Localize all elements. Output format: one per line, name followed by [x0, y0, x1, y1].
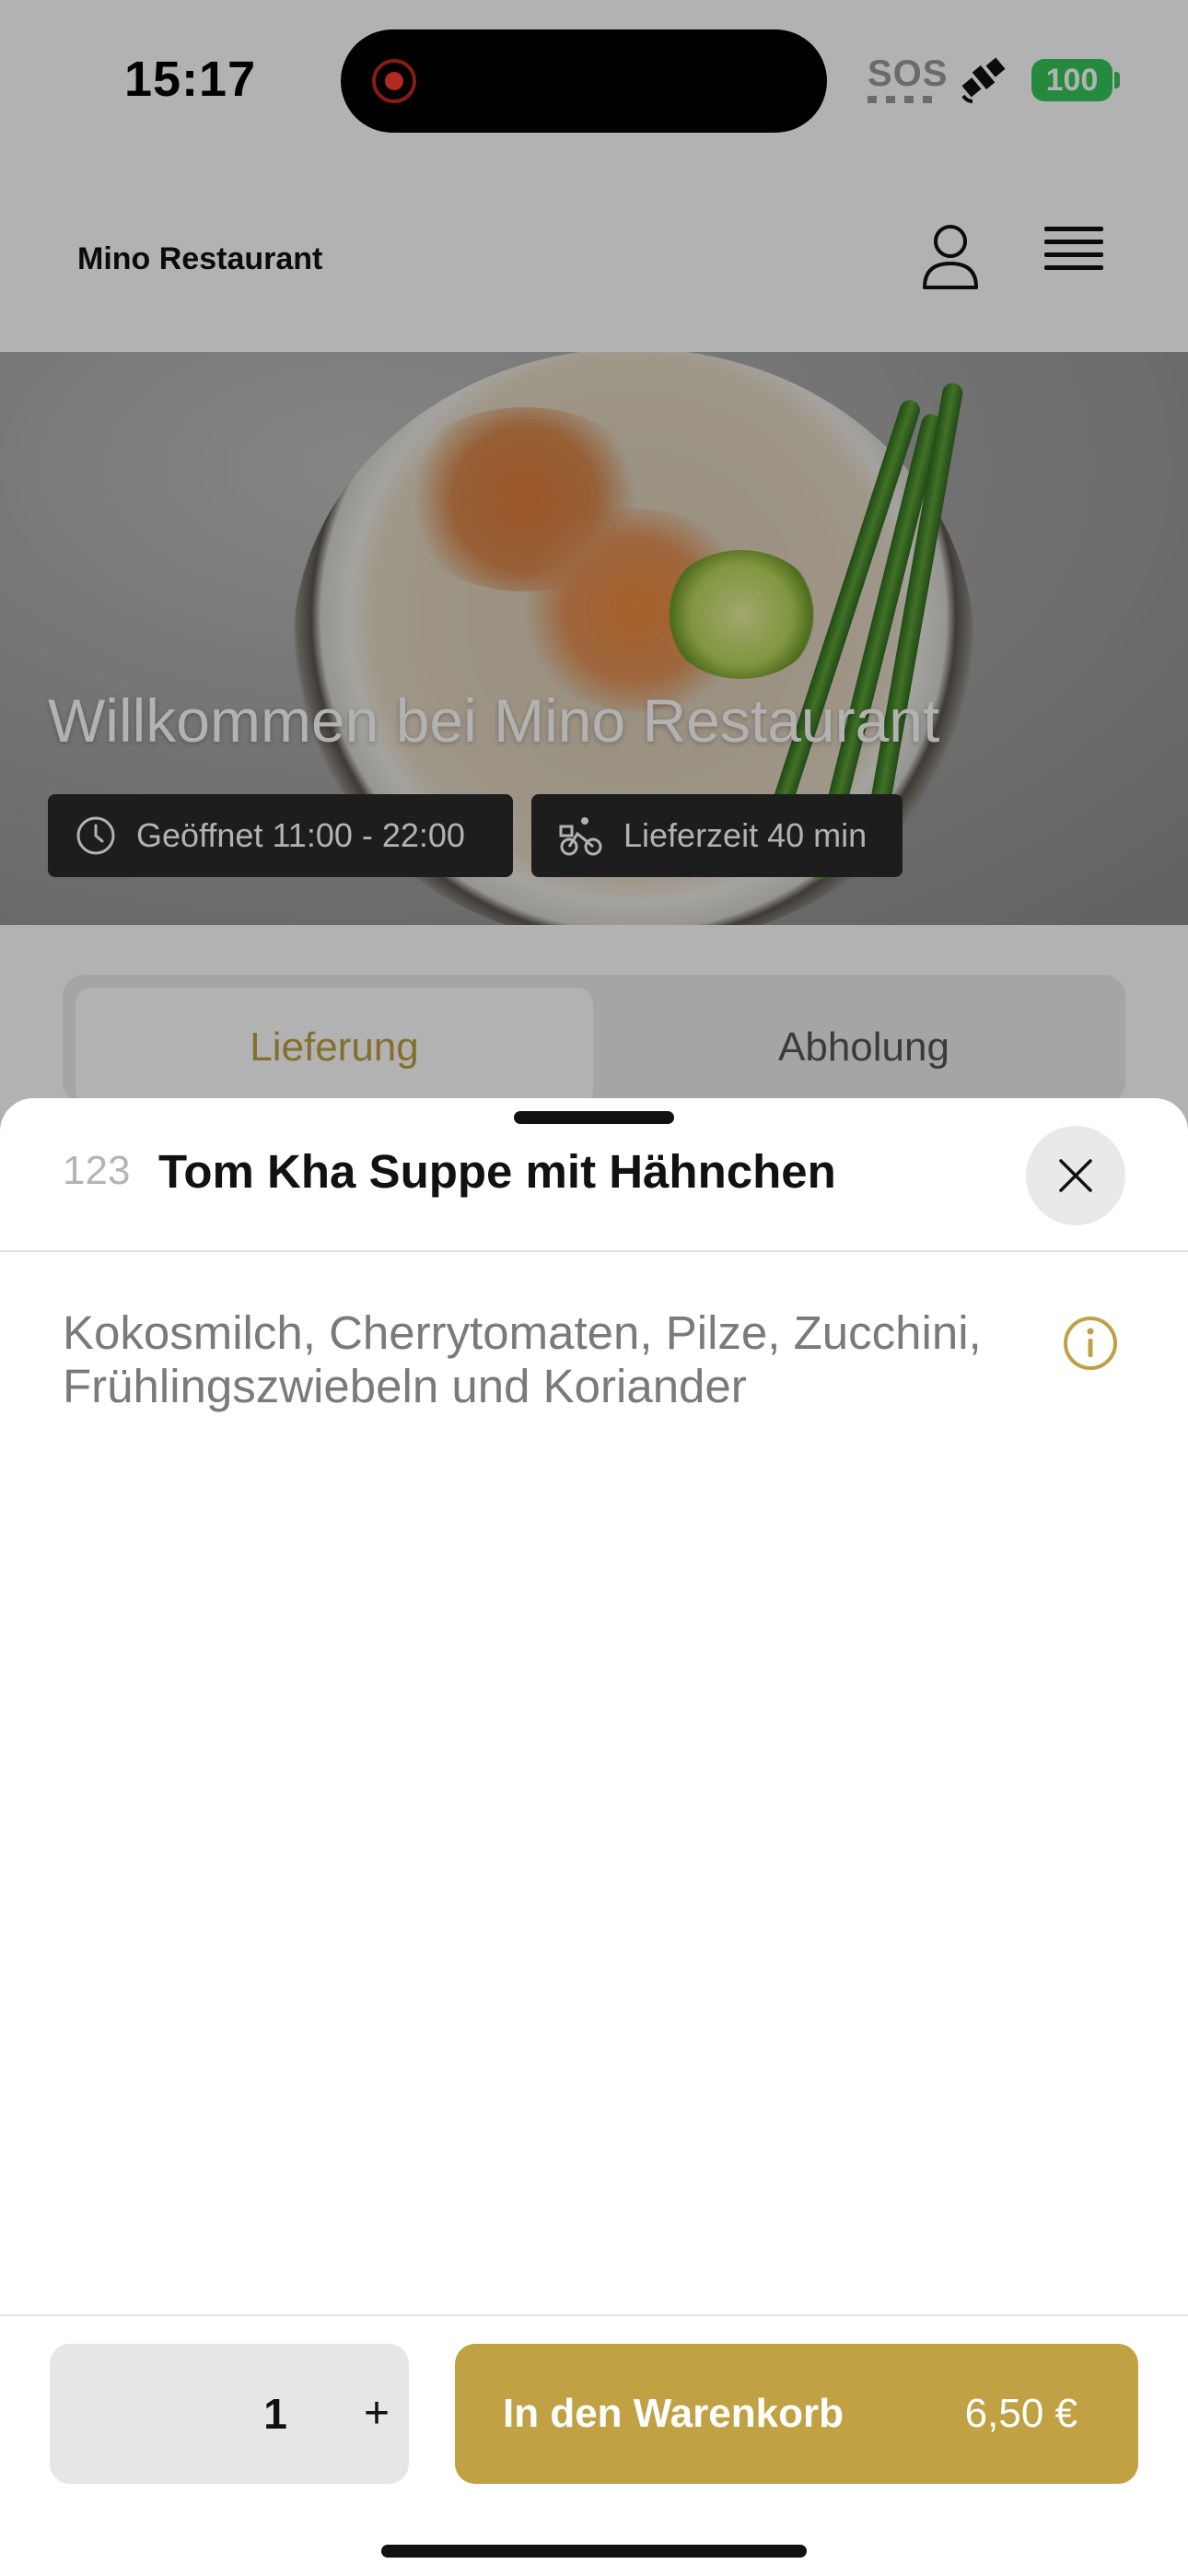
item-description: Kokosmilch, Cherrytomaten, Pilze, Zucchi…	[63, 1306, 982, 1412]
item-title: Tom Kha Suppe mit Hähnchen	[158, 1145, 836, 1198]
item-number: 123	[63, 1148, 131, 1193]
info-icon[interactable]	[1063, 1316, 1118, 1371]
sheet-grabber[interactable]	[514, 1111, 674, 1124]
quantity-value: 1	[263, 2390, 287, 2438]
close-button[interactable]	[1026, 1126, 1125, 1225]
quantity-stepper: 1 +	[50, 2344, 409, 2484]
item-detail-sheet: 123 Tom Kha Suppe mit Hähnchen Kokosmilc…	[0, 1098, 1188, 2576]
footer-divider	[0, 2314, 1188, 2316]
item-price: 6,50 €	[964, 2391, 1077, 2436]
quantity-plus-button[interactable]: +	[344, 2344, 409, 2484]
add-to-cart-button[interactable]: In den Warenkorb 6,50 €	[455, 2344, 1138, 2484]
add-to-cart-label: In den Warenkorb	[503, 2391, 844, 2436]
home-indicator[interactable]	[381, 2545, 807, 2558]
divider	[0, 1250, 1188, 1252]
close-icon	[1059, 1159, 1092, 1192]
